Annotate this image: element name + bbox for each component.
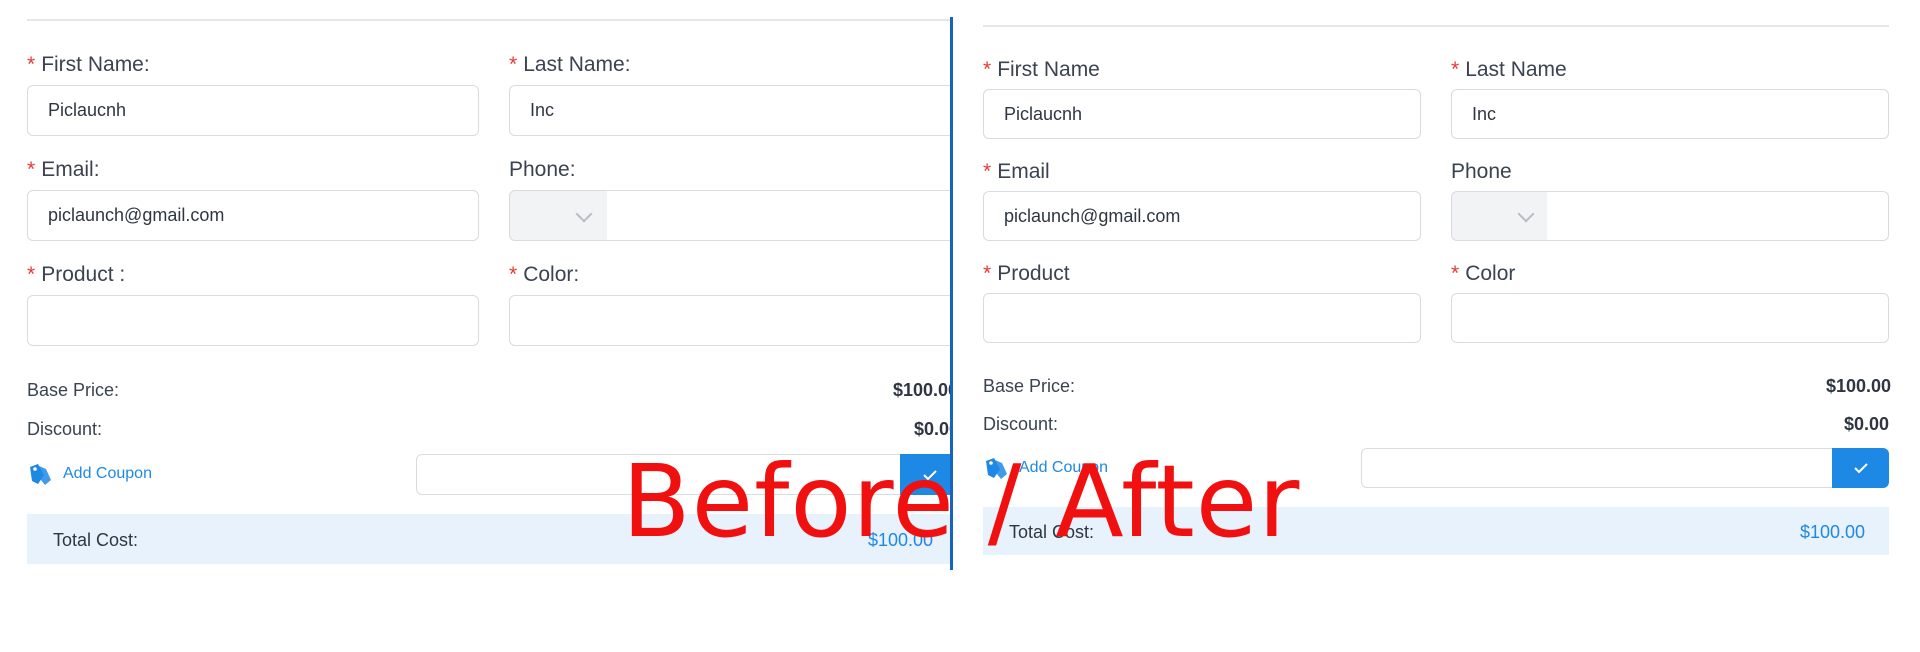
email-label-text: Email: (41, 158, 100, 181)
last-name-field[interactable]: Inc (509, 85, 951, 136)
color-label: * Color (1451, 262, 1515, 286)
coupon-input[interactable] (1361, 448, 1835, 488)
phone-label: Phone (1451, 160, 1512, 184)
discount-value: $0.00 (1844, 414, 1890, 434)
first-name-value: Piclaucnh (48, 100, 127, 120)
phone-label: Phone: (509, 158, 576, 182)
first-name-field[interactable]: Piclaucnh (27, 85, 479, 136)
required-asterisk: * (983, 160, 992, 183)
color-field[interactable] (509, 295, 951, 346)
total-cost-value: $100.00 (1800, 522, 1866, 542)
base-price-value: $100.00 (893, 380, 951, 400)
email-label-text: Email (997, 160, 1050, 183)
last-name-value: Inc (1472, 103, 1497, 124)
total-cost-label: Total Cost: (53, 530, 139, 550)
required-asterisk: * (1451, 58, 1460, 81)
first-name-label: * First Name: (27, 53, 150, 77)
email-field[interactable]: piclaunch@gmail.com (27, 190, 479, 241)
email-label: * Email: (27, 158, 100, 182)
top-divider (983, 25, 1889, 27)
check-icon (1853, 463, 1868, 474)
required-asterisk: * (27, 53, 36, 76)
first-name-label-text: First Name (997, 58, 1100, 81)
chevron-down-icon (575, 205, 593, 223)
phone-country-select[interactable] (509, 190, 608, 241)
phone-label-text: Phone (1451, 160, 1512, 183)
product-label-text: Product (997, 262, 1070, 285)
required-asterisk: * (27, 263, 36, 286)
add-coupon-link[interactable]: Add Coupon (27, 461, 152, 487)
required-asterisk: * (1451, 262, 1460, 285)
phone-input[interactable] (607, 190, 951, 241)
phone-input[interactable] (1547, 191, 1889, 241)
product-field[interactable] (27, 295, 479, 346)
last-name-field[interactable]: Inc (1451, 89, 1889, 139)
discount-value: $0.00 (914, 419, 951, 439)
color-field[interactable] (1451, 293, 1889, 343)
last-name-label: * Last Name (1451, 58, 1567, 82)
base-price-value: $100.00 (1826, 376, 1892, 396)
apply-coupon-button[interactable] (1832, 448, 1889, 488)
email-field[interactable]: piclaunch@gmail.com (983, 191, 1421, 241)
before-after-caption: Before / After (622, 443, 1301, 560)
last-name-label: * Last Name: (509, 53, 631, 77)
chevron-down-icon (1517, 205, 1535, 223)
product-field[interactable] (983, 293, 1421, 343)
email-value: piclaunch@gmail.com (48, 205, 225, 225)
first-name-label-text: First Name: (41, 53, 150, 76)
color-label-text: Color: (523, 263, 580, 286)
required-asterisk: * (509, 263, 518, 286)
top-divider (27, 19, 951, 21)
product-label-text: Product : (41, 263, 126, 286)
tag-icon (30, 464, 51, 485)
last-name-label-text: Last Name: (523, 53, 631, 76)
product-label: * Product : (27, 263, 125, 287)
phone-country-select[interactable] (1451, 191, 1548, 241)
first-name-value: Piclaucnh (1004, 103, 1083, 124)
base-price-label: Base Price: (27, 380, 120, 400)
first-name-label: * First Name (983, 58, 1100, 82)
email-value: piclaunch@gmail.com (1004, 205, 1181, 226)
email-label: * Email (983, 160, 1050, 184)
discount-label: Discount: (983, 414, 1059, 434)
last-name-value: Inc (530, 100, 555, 120)
required-asterisk: * (509, 53, 518, 76)
base-price-label: Base Price: (983, 376, 1076, 396)
last-name-label-text: Last Name (1465, 58, 1567, 81)
required-asterisk: * (983, 262, 992, 285)
product-label: * Product (983, 262, 1070, 286)
required-asterisk: * (983, 58, 992, 81)
required-asterisk: * (27, 158, 36, 181)
color-label: * Color: (509, 263, 579, 287)
phone-label-text: Phone: (509, 158, 576, 181)
discount-label: Discount: (27, 419, 103, 439)
first-name-field[interactable]: Piclaucnh (983, 89, 1421, 139)
color-label-text: Color (1465, 262, 1516, 285)
add-coupon-label: Add Coupon (63, 465, 152, 482)
